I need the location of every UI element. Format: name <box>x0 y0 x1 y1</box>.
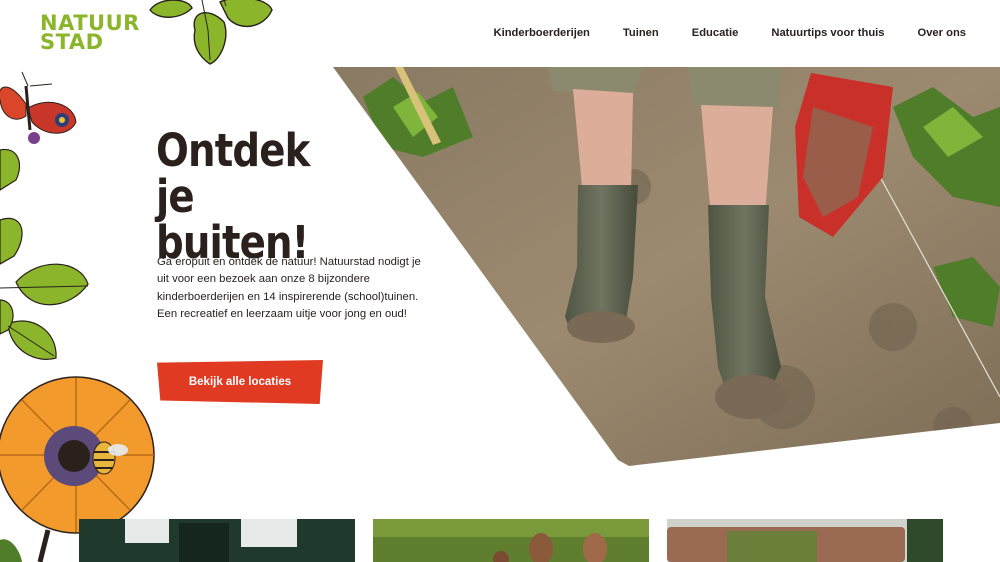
card-photo-2 <box>373 519 649 562</box>
main-navigation: Kinderboerderijen Tuinen Educatie Natuur… <box>461 27 966 39</box>
hero-title: Ontdek je buiten! <box>156 128 328 266</box>
hero-intro-text: Ga eropuit en ontdek de natuur! Natuurst… <box>157 256 421 320</box>
hero-photo <box>333 67 1000 466</box>
location-card-2[interactable] <box>373 519 649 562</box>
nav-educatie[interactable]: Educatie <box>692 27 739 39</box>
card-photo-1 <box>79 519 355 562</box>
view-all-locations-button[interactable]: Bekijk alle locaties <box>157 360 323 404</box>
nav-kinderboerderijen[interactable]: Kinderboerderijen <box>494 27 590 39</box>
left-decorations <box>0 71 155 562</box>
logo-leaves-icon <box>149 0 273 65</box>
butterfly-icon <box>0 71 77 144</box>
card-photo-3 <box>667 519 943 562</box>
location-card-3[interactable] <box>667 519 943 562</box>
hero-title-line-1: Ontdek je <box>156 124 310 223</box>
nav-tuinen[interactable]: Tuinen <box>623 27 659 39</box>
nav-natuurtips[interactable]: Natuurtips voor thuis <box>771 27 884 39</box>
nav-over-ons[interactable]: Over ons <box>918 27 967 39</box>
location-card-1[interactable] <box>79 519 355 562</box>
leaf-cluster <box>0 148 89 360</box>
